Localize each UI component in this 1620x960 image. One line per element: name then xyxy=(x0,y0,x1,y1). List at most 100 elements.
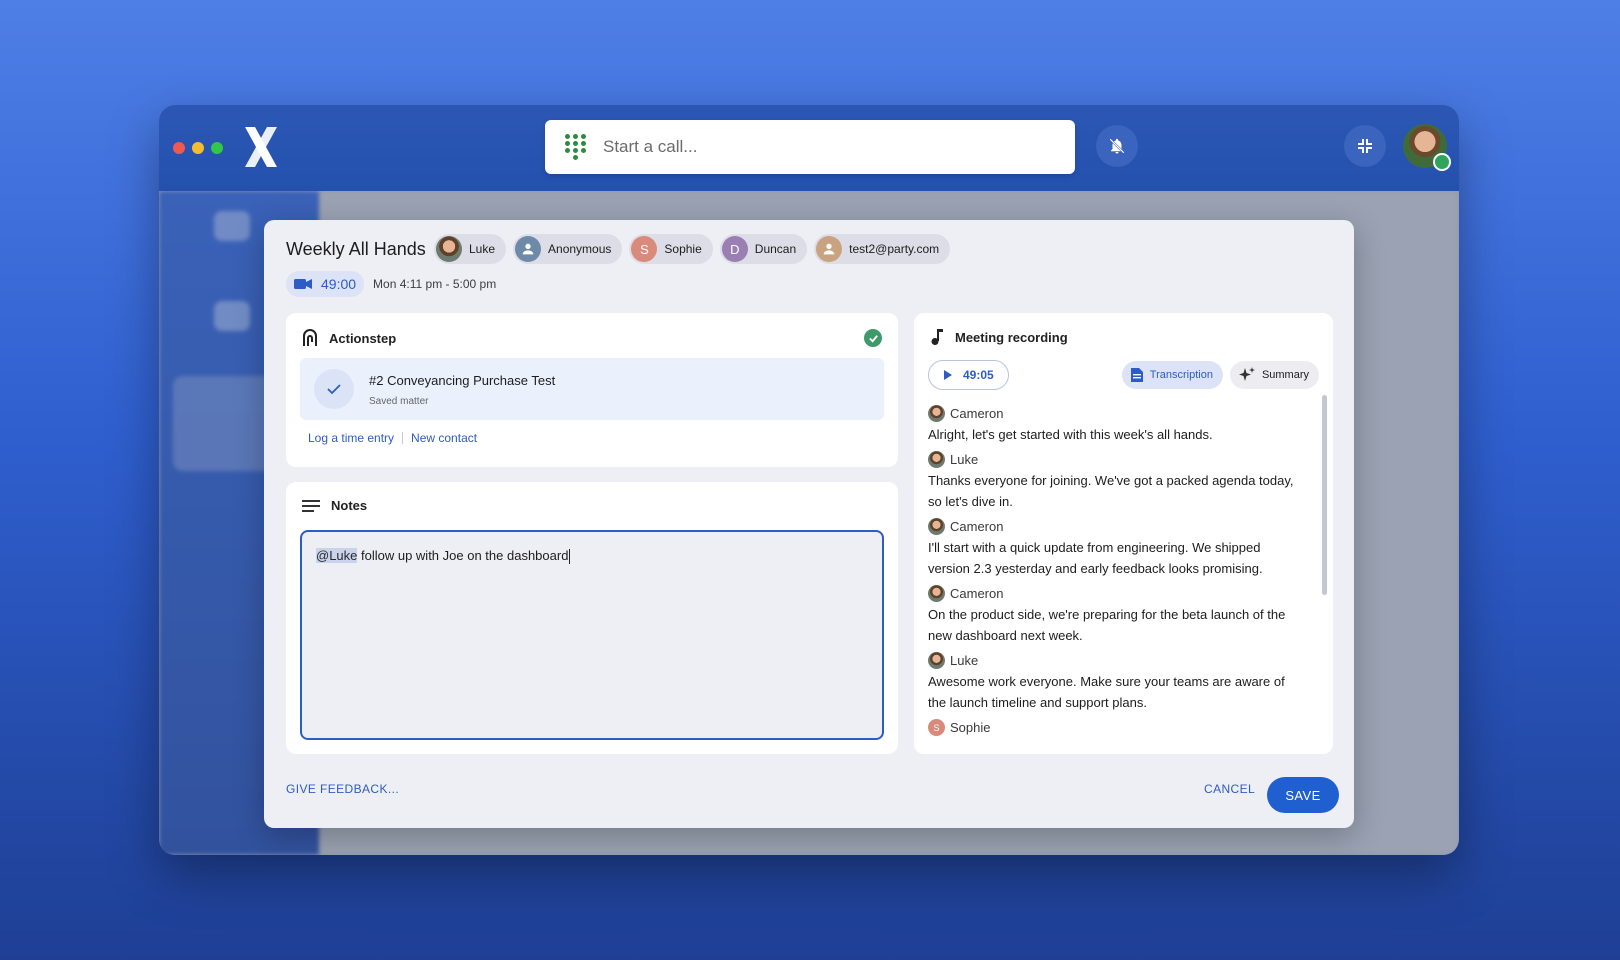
window-close-dot[interactable] xyxy=(173,142,185,154)
person-icon xyxy=(515,236,542,262)
notes-textarea[interactable]: @Luke follow up with Joe on the dashboar… xyxy=(300,530,884,740)
transcript-text: Thanks everyone for joining. We've got a… xyxy=(928,473,1294,509)
call-search-bar[interactable] xyxy=(545,120,1075,174)
document-icon xyxy=(1130,368,1143,382)
card-header: Meeting recording xyxy=(930,329,1068,345)
transcript-item: Cameron On the product side, we're prepa… xyxy=(928,585,1298,646)
music-note-icon xyxy=(931,329,943,345)
divider xyxy=(402,432,404,444)
transcript-item: Cameron I'll start with a quick update f… xyxy=(928,518,1298,579)
matter-subtitle: Saved matter xyxy=(369,396,429,407)
participant-chip[interactable]: S Sophie xyxy=(629,234,713,264)
window-minimize-dot[interactable] xyxy=(192,142,204,154)
speaker-name: Cameron xyxy=(950,586,1004,601)
matter-item[interactable]: #2 Conveyancing Purchase Test Saved matt… xyxy=(300,358,884,420)
play-button[interactable]: 49:05 xyxy=(928,360,1009,390)
sidebar-blur-item xyxy=(214,301,250,331)
window-zoom-dot[interactable] xyxy=(211,142,223,154)
compress-button[interactable] xyxy=(1344,125,1386,167)
avatar-initial: S xyxy=(631,236,658,262)
card-title: Notes xyxy=(331,498,368,513)
action-links: Log a time entry New contact xyxy=(308,431,477,445)
recording-card: Meeting recording 49:05 Transcription Su… xyxy=(914,313,1333,754)
actionstep-card: Actionstep #2 Conveyancing Purchase Test… xyxy=(286,313,898,467)
transcript-item: Luke Awesome work everyone. Make sure yo… xyxy=(928,652,1298,713)
time-range: Mon 4:11 pm - 5:00 pm xyxy=(373,277,497,291)
play-icon xyxy=(944,370,952,380)
sparkle-icon xyxy=(1238,367,1255,381)
recording-controls: 49:05 Transcription Summary xyxy=(928,360,1319,390)
give-feedback-button[interactable]: GIVE FEEDBACK... xyxy=(286,782,399,796)
transcript-text: Alright, let's get started with this wee… xyxy=(928,427,1213,442)
recording-tabs: Transcription Summary xyxy=(1121,361,1319,389)
card-title: Actionstep xyxy=(329,330,397,346)
participant-chips: Luke Anonymous S Sophie D Duncan test2@p… xyxy=(434,234,951,264)
avatar xyxy=(436,236,462,262)
user-avatar[interactable] xyxy=(1403,124,1451,171)
x-logo-icon xyxy=(245,127,277,167)
new-contact-link[interactable]: New contact xyxy=(411,431,477,445)
play-time: 49:05 xyxy=(963,368,994,382)
call-search-input[interactable] xyxy=(603,137,1023,157)
check-icon xyxy=(314,369,354,409)
participant-chip[interactable]: Anonymous xyxy=(513,234,623,264)
sidebar-blur-item xyxy=(214,211,250,241)
speaker-name: Luke xyxy=(950,653,979,668)
meeting-time-row: 49:00 Mon 4:11 pm - 5:00 pm xyxy=(286,271,496,297)
card-header: Actionstep xyxy=(302,329,396,347)
participant-name: test2@party.com xyxy=(849,242,940,256)
mention-tag[interactable]: @Luke xyxy=(316,548,358,563)
transcript-item: S Sophie xyxy=(928,719,1298,736)
person-icon xyxy=(816,236,843,262)
speaker-name: Cameron xyxy=(950,406,1004,421)
tab-label: Transcription xyxy=(1149,369,1213,381)
bell-off-icon xyxy=(1109,138,1125,154)
scroll-fade xyxy=(914,736,1333,754)
tab-summary[interactable]: Summary xyxy=(1229,361,1319,389)
notes-card: Notes @Luke follow up with Joe on the da… xyxy=(286,482,898,754)
card-header: Notes xyxy=(302,498,367,513)
card-title: Meeting recording xyxy=(955,329,1068,345)
text-caret xyxy=(569,549,571,565)
save-button[interactable]: SAVE xyxy=(1267,777,1339,813)
tab-label: Summary xyxy=(1261,369,1309,381)
check-circle-icon xyxy=(864,329,882,347)
dialpad-icon[interactable] xyxy=(565,134,587,160)
avatar xyxy=(928,451,945,468)
transcript-list: Cameron Alright, let's get started with … xyxy=(928,405,1298,742)
cancel-button[interactable]: CANCEL xyxy=(1204,782,1255,796)
participant-chip[interactable]: D Duncan xyxy=(719,234,808,264)
tab-transcription[interactable]: Transcription xyxy=(1121,361,1223,389)
meeting-title: Weekly All Hands xyxy=(286,239,426,259)
notifications-button[interactable] xyxy=(1096,125,1138,167)
participant-name: Sophie xyxy=(664,242,702,256)
transcript-item: Cameron Alright, let's get started with … xyxy=(928,405,1298,445)
transcript-item: Luke Thanks everyone for joining. We've … xyxy=(928,451,1298,512)
avatar-initial: D xyxy=(721,236,748,262)
title-bar xyxy=(159,105,1459,191)
matter-title: #2 Conveyancing Purchase Test xyxy=(369,373,556,388)
participant-name: Duncan xyxy=(754,242,797,256)
video-camera-icon xyxy=(294,279,312,289)
duration-text: 49:00 xyxy=(321,276,357,292)
avatar xyxy=(928,652,945,669)
online-status-indicator xyxy=(1433,153,1451,171)
avatar xyxy=(928,518,945,535)
participant-name: Anonymous xyxy=(548,242,612,256)
transcript-text: I'll start with a quick update from engi… xyxy=(928,540,1263,576)
notes-lines-icon xyxy=(302,499,320,512)
participant-chip[interactable]: Luke xyxy=(434,234,507,264)
actionstep-icon xyxy=(303,329,317,346)
participant-chip[interactable]: test2@party.com xyxy=(814,234,951,264)
compress-icon xyxy=(1358,139,1372,153)
avatar-initial: S xyxy=(928,719,945,736)
avatar xyxy=(928,585,945,602)
log-time-entry-link[interactable]: Log a time entry xyxy=(308,431,394,445)
notes-text: follow up with Joe on the dashboard xyxy=(357,548,569,563)
transcript-text: Awesome work everyone. Make sure your te… xyxy=(928,674,1285,710)
speaker-name: Luke xyxy=(950,452,979,467)
transcript-text: On the product side, we're preparing for… xyxy=(928,607,1286,643)
scrollbar[interactable] xyxy=(1322,395,1327,595)
participant-name: Luke xyxy=(469,242,496,256)
speaker-name: Sophie xyxy=(950,720,991,735)
